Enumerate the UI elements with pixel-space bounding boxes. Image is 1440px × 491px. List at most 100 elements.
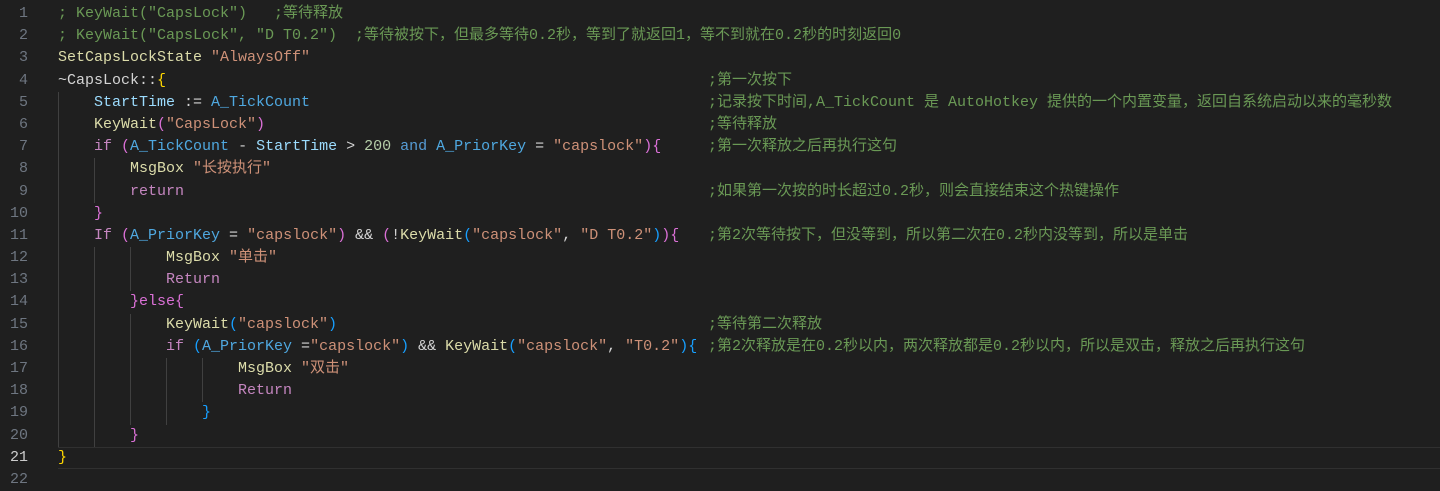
indent-guide (94, 180, 95, 203)
code-line[interactable]: 12 MsgBox "单击" (0, 247, 1440, 270)
token-b2: ( (382, 226, 392, 244)
code-line[interactable]: 1 ; KeyWait("CapsLock") ;等待释放 (0, 3, 1440, 25)
code-line[interactable]: 7 if (A_TickCount - StartTime > 200 and A… (0, 136, 1440, 159)
token-plain: , (607, 337, 626, 355)
token-builtin: A_PriorKey (130, 226, 221, 244)
line-number: 22 (9, 470, 28, 488)
token-string: "双击" (301, 360, 350, 377)
code-text: ; KeyWait("CapsLock") ;等待释放 (58, 3, 343, 25)
code-line[interactable]: 11 If (A_PriorKey = "capslock") && (!KeyW… (0, 224, 1440, 248)
inline-comment: ;等待释放 (708, 115, 778, 133)
token-b2: ( (121, 138, 131, 156)
code-line[interactable]: 16 if (A_PriorKey ="capslock") && KeyWait… (0, 335, 1440, 358)
token-string: "CapsLock" (166, 115, 257, 133)
token-func: KeyWait (400, 226, 464, 244)
line-number: 6 (18, 115, 28, 133)
code-text: return (130, 181, 184, 203)
code-line[interactable]: 21} (0, 446, 1440, 469)
indent-guide (94, 291, 95, 314)
token-plain: := (175, 93, 212, 111)
line-number: 19 (9, 404, 28, 422)
code-line[interactable]: 19} (0, 402, 1440, 425)
token-b2: ) (661, 226, 671, 244)
token-b2: } (130, 426, 140, 444)
code-text: if (A_TickCount - StartTime > 200 and A_… (94, 136, 661, 158)
token-func: SetCapsLockState (58, 49, 212, 67)
indent-guide (130, 313, 131, 336)
line-number: 8 (18, 160, 28, 178)
token-b3: ( (229, 315, 239, 333)
line-number: 21 (9, 448, 28, 466)
token-string: "capslock" (517, 337, 608, 355)
code-text: Return (166, 269, 220, 291)
code-line[interactable]: 8 MsgBox "长按执行" (0, 158, 1440, 181)
token-ctrl: return (130, 182, 185, 200)
token-builtin: A_TickCount (130, 138, 230, 156)
line-number: 13 (9, 271, 28, 289)
token-func: MsgBox (130, 160, 194, 178)
line-number: 12 (9, 249, 28, 267)
code-line[interactable]: 15 KeyWait("capslock") ;等待第二次释放 (0, 313, 1440, 336)
token-b2: ){ (643, 138, 662, 156)
indent-guide (58, 91, 59, 114)
token-kw: and (391, 138, 437, 156)
code-line[interactable]: 20} (0, 424, 1440, 447)
code-line[interactable]: 3 SetCapsLockState "AlwaysOff" (0, 47, 1440, 69)
code-line[interactable]: 14}else{ (0, 291, 1440, 314)
code-line[interactable]: 18 Return (0, 380, 1440, 403)
line-number: 7 (18, 138, 28, 156)
token-func: KeyWait (94, 115, 158, 133)
token-plain: && (409, 337, 446, 355)
code-editor[interactable]: 1 ; KeyWait("CapsLock") ;等待释放 2 ; KeyWait("… (0, 3, 1440, 491)
token-var: StartTime (256, 138, 338, 156)
line-number: 18 (9, 382, 28, 400)
indent-guide (58, 380, 59, 403)
token-b3: } (202, 404, 212, 422)
line-number: 16 (9, 337, 28, 355)
code-line[interactable]: 22 (0, 469, 1440, 491)
code-text: MsgBox "长按执行" (130, 158, 271, 180)
token-func: KeyWait (445, 337, 509, 355)
code-line[interactable]: 4 ~CapsLock::{;第一次按下 (0, 70, 1440, 92)
code-text: MsgBox "双击" (238, 358, 349, 380)
code-text: } (130, 425, 139, 447)
token-string: "capslock" (472, 226, 563, 244)
code-line[interactable]: 5 StartTime := A_TickCount ;记录按下时间,A_TickC… (0, 91, 1440, 114)
indent-guide (58, 224, 59, 248)
code-line[interactable]: 6 KeyWait("CapsLock") ;等待释放 (0, 113, 1440, 137)
code-line[interactable]: 10} (0, 202, 1440, 225)
indent-guide (58, 247, 59, 270)
code-text: KeyWait("CapsLock") (94, 114, 265, 136)
indent-guide (130, 247, 131, 270)
line-number: 5 (18, 93, 28, 111)
indent-guide (58, 402, 59, 425)
code-text: Return (238, 380, 292, 402)
indent-guide (166, 358, 167, 381)
code-line[interactable]: 13 Return (0, 269, 1440, 292)
token-builtin: A_TickCount (211, 93, 311, 111)
token-ctrl: Return (238, 382, 293, 400)
code-line[interactable]: 9 return ;如果第一次按的时长超过0.2秒，则会直接结束这个热键操作 (0, 180, 1440, 203)
line-number: 3 (18, 49, 28, 67)
indent-guide (130, 269, 131, 292)
token-builtin: A_PriorKey (436, 138, 527, 156)
code-text: } (94, 203, 103, 225)
inline-comment: ;如果第一次按的时长超过0.2秒，则会直接结束这个热键操作 (708, 182, 1120, 200)
line-number: 17 (9, 360, 28, 377)
token-b2: ( (121, 226, 131, 244)
indent-guide (94, 313, 95, 336)
token-plain: = (292, 337, 311, 355)
line-number: 2 (18, 27, 28, 45)
indent-guide (58, 335, 59, 358)
token-b3: ( (193, 337, 203, 355)
token-string: "capslock" (238, 315, 329, 333)
line-number: 14 (9, 293, 28, 311)
token-b2: } (94, 204, 104, 222)
code-line[interactable]: 2 ; KeyWait("CapsLock", "D T0.2") ;等待被按下，… (0, 25, 1440, 47)
token-b2: { (670, 226, 680, 244)
line-number: 1 (18, 5, 28, 22)
indent-guide (94, 269, 95, 292)
code-line[interactable]: 17 MsgBox "双击" (0, 358, 1440, 381)
indent-guide (166, 402, 167, 425)
code-text: MsgBox "单击" (166, 247, 277, 269)
